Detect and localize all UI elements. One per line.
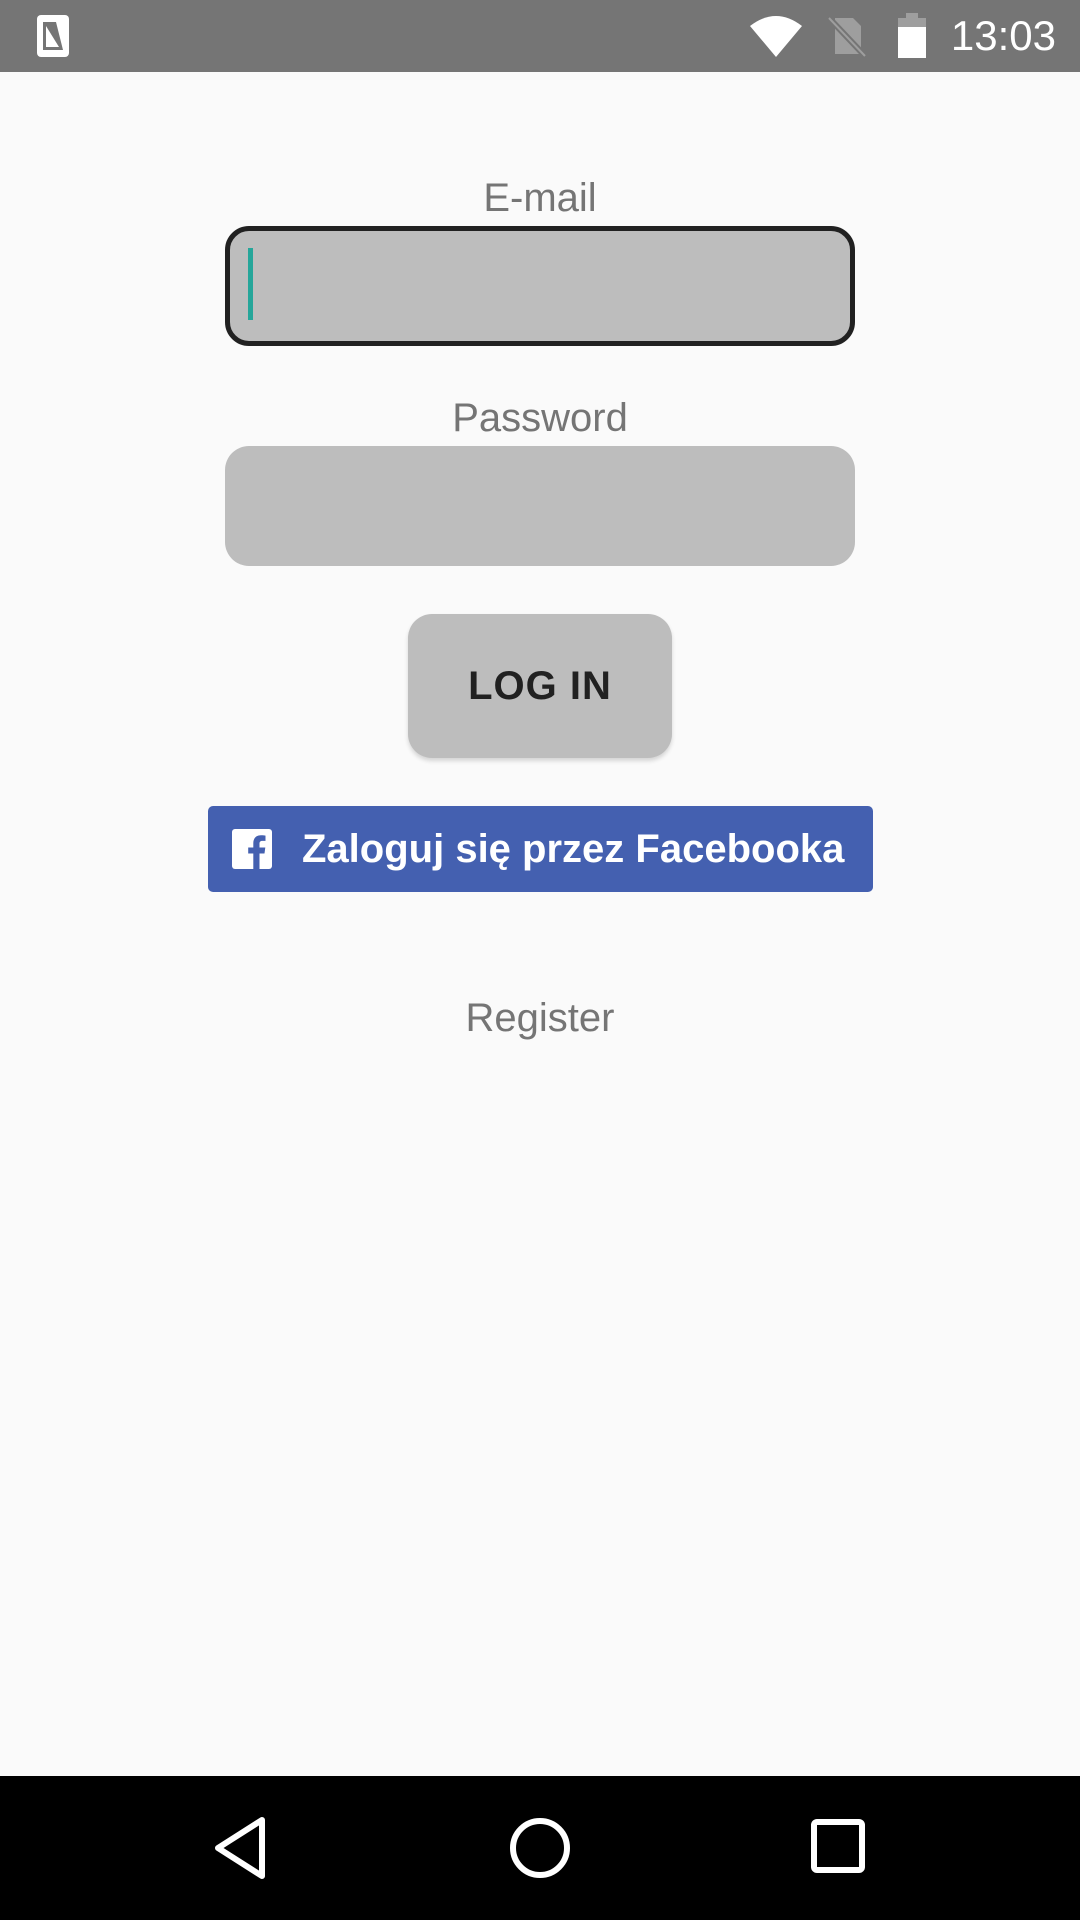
back-icon[interactable] bbox=[204, 1812, 276, 1884]
facebook-login-button[interactable]: Zaloguj się przez Facebooka bbox=[208, 806, 873, 892]
home-icon[interactable] bbox=[504, 1812, 576, 1884]
facebook-icon bbox=[232, 829, 272, 869]
facebook-login-label: Zaloguj się przez Facebooka bbox=[302, 827, 845, 871]
login-button[interactable]: LOG IN bbox=[408, 614, 672, 758]
email-field[interactable] bbox=[225, 226, 855, 346]
register-link[interactable]: Register bbox=[0, 990, 1080, 1046]
no-sim-icon bbox=[826, 15, 868, 58]
sim-card-icon bbox=[37, 15, 69, 57]
email-label: E-mail bbox=[483, 176, 597, 220]
status-bar: 13:03 bbox=[0, 0, 1080, 72]
login-screen: 13:03 E-mail Password LOG IN Zaloguj się… bbox=[0, 0, 1080, 1920]
password-label: Password bbox=[452, 396, 628, 440]
status-icons: 13:03 bbox=[749, 0, 1056, 72]
text-caret bbox=[248, 248, 253, 320]
status-time: 13:03 bbox=[950, 12, 1056, 59]
wifi-icon bbox=[749, 16, 802, 57]
battery-icon bbox=[897, 13, 926, 58]
password-field[interactable] bbox=[225, 446, 855, 566]
navigation-bar bbox=[0, 1776, 1080, 1920]
recents-icon[interactable] bbox=[804, 1812, 876, 1884]
